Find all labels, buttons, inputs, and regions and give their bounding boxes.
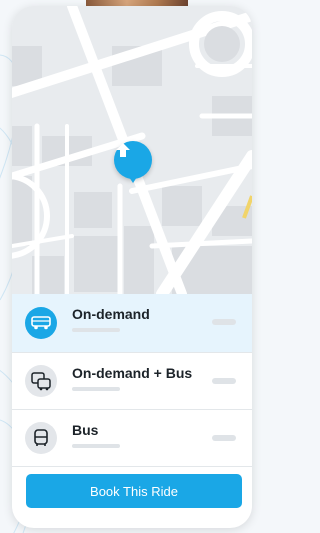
phone-frame: On-demand On-demand + Bus Bus Book This … [12,6,252,528]
ride-option-title: On-demand + Bus [72,365,193,381]
ride-option-on-demand-bus[interactable]: On-demand + Bus [12,353,252,410]
ride-option-price-placeholder [212,319,236,325]
ride-option-bus[interactable]: Bus [12,410,252,467]
book-ride-button[interactable]: Book This Ride [26,474,242,508]
ride-option-on-demand[interactable]: On-demand [12,294,252,353]
ride-option-subtitle-placeholder [72,328,120,332]
ride-option-subtitle-placeholder [72,444,120,448]
location-pin-tail [127,174,139,183]
van-icon [25,307,57,339]
ride-option-price-placeholder [212,378,236,384]
van-bus-icon [25,365,57,397]
ride-option-title: On-demand [72,306,150,322]
ride-option-price-placeholder [212,435,236,441]
ride-options-list: On-demand On-demand + Bus Bus [12,294,252,467]
bus-icon [25,422,57,454]
ride-option-title: Bus [72,422,99,438]
ride-option-subtitle-placeholder [72,387,120,391]
arrow-up-icon [116,143,130,157]
map-view[interactable] [12,6,252,294]
